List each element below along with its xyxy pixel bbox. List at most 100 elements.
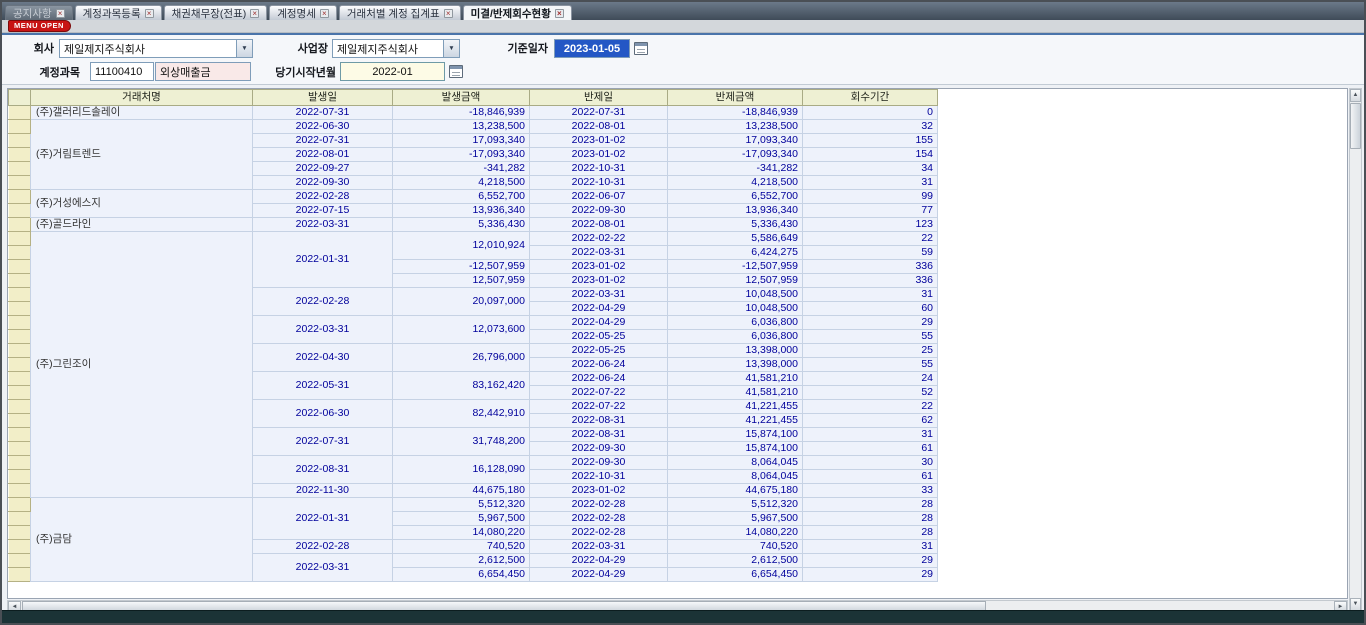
collection-period-cell[interactable]: 22 — [803, 400, 938, 414]
occur-date-cell[interactable]: 2022-06-30 — [253, 400, 393, 428]
row-indicator[interactable] — [9, 512, 31, 526]
customer-cell[interactable]: (주)거림트렌드 — [31, 120, 253, 190]
customer-cell[interactable]: (주)거성에스지 — [31, 190, 253, 218]
occur-amount-cell[interactable]: 5,512,320 — [393, 498, 530, 512]
collection-period-cell[interactable]: 155 — [803, 134, 938, 148]
occur-amount-cell[interactable]: 14,080,220 — [393, 526, 530, 540]
settle-amount-cell[interactable]: 13,398,000 — [668, 358, 803, 372]
settle-date-cell[interactable]: 2023-01-02 — [530, 260, 668, 274]
row-indicator[interactable] — [9, 568, 31, 582]
tab[interactable]: 계정명세× — [269, 5, 337, 20]
occur-amount-cell[interactable]: -17,093,340 — [393, 148, 530, 162]
occur-amount-cell[interactable]: 17,093,340 — [393, 134, 530, 148]
collection-period-cell[interactable]: 77 — [803, 204, 938, 218]
settle-amount-cell[interactable]: 6,552,700 — [668, 190, 803, 204]
settle-date-cell[interactable]: 2022-09-30 — [530, 456, 668, 470]
collection-period-cell[interactable]: 25 — [803, 344, 938, 358]
occur-date-cell[interactable]: 2022-07-31 — [253, 106, 393, 120]
settle-amount-cell[interactable]: 4,218,500 — [668, 176, 803, 190]
row-indicator[interactable] — [9, 470, 31, 484]
calendar-icon[interactable] — [449, 65, 463, 78]
collection-period-cell[interactable]: 31 — [803, 428, 938, 442]
settle-date-cell[interactable]: 2022-02-22 — [530, 232, 668, 246]
settle-amount-cell[interactable]: -18,846,939 — [668, 106, 803, 120]
settle-amount-cell[interactable]: 10,048,500 — [668, 288, 803, 302]
close-icon[interactable]: × — [555, 9, 564, 18]
occur-amount-cell[interactable]: 44,675,180 — [393, 484, 530, 498]
settle-amount-cell[interactable]: 2,612,500 — [668, 554, 803, 568]
settle-date-cell[interactable]: 2022-09-30 — [530, 442, 668, 456]
collection-period-cell[interactable]: 28 — [803, 526, 938, 540]
settle-amount-cell[interactable]: 13,936,340 — [668, 204, 803, 218]
customer-cell[interactable]: (주)골드라인 — [31, 218, 253, 232]
settle-amount-cell[interactable]: -12,507,959 — [668, 260, 803, 274]
settle-amount-cell[interactable]: 6,654,450 — [668, 568, 803, 582]
collection-period-cell[interactable]: 62 — [803, 414, 938, 428]
row-indicator[interactable] — [9, 554, 31, 568]
menu-open-button[interactable]: MENU OPEN — [8, 20, 71, 32]
settle-amount-cell[interactable]: 15,874,100 — [668, 428, 803, 442]
occur-date-cell[interactable]: 2022-11-30 — [253, 484, 393, 498]
settle-amount-cell[interactable]: 8,064,045 — [668, 470, 803, 484]
occur-amount-cell[interactable]: 26,796,000 — [393, 344, 530, 372]
company-select[interactable]: 제일제지주식회사 ▼ — [59, 39, 253, 58]
occur-amount-cell[interactable]: 16,128,090 — [393, 456, 530, 484]
tab[interactable]: 미결/반제회수현황× — [463, 5, 572, 20]
collection-period-cell[interactable]: 60 — [803, 302, 938, 316]
scroll-up-icon[interactable]: ▲ — [1350, 89, 1361, 102]
occur-amount-cell[interactable]: 31,748,200 — [393, 428, 530, 456]
collection-period-cell[interactable]: 30 — [803, 456, 938, 470]
chevron-down-icon[interactable]: ▼ — [236, 40, 252, 57]
occur-amount-cell[interactable]: -341,282 — [393, 162, 530, 176]
collection-period-cell[interactable]: 59 — [803, 246, 938, 260]
row-indicator[interactable] — [9, 400, 31, 414]
occur-date-cell[interactable]: 2022-01-31 — [253, 498, 393, 540]
settle-amount-cell[interactable]: 41,221,455 — [668, 400, 803, 414]
account-code-input[interactable]: 11100410 — [90, 62, 154, 81]
row-indicator[interactable] — [9, 302, 31, 316]
column-header[interactable]: 반제금액 — [668, 90, 803, 106]
occur-date-cell[interactable]: 2022-01-31 — [253, 232, 393, 288]
occur-date-cell[interactable]: 2022-02-28 — [253, 190, 393, 204]
occur-amount-cell[interactable]: 13,238,500 — [393, 120, 530, 134]
collection-period-cell[interactable]: 336 — [803, 274, 938, 288]
settle-amount-cell[interactable]: 12,507,959 — [668, 274, 803, 288]
settle-date-cell[interactable]: 2022-06-24 — [530, 372, 668, 386]
settle-amount-cell[interactable]: 6,424,275 — [668, 246, 803, 260]
close-icon[interactable]: × — [444, 9, 453, 18]
occur-amount-cell[interactable]: 5,967,500 — [393, 512, 530, 526]
row-indicator[interactable] — [9, 540, 31, 554]
settle-date-cell[interactable]: 2022-03-31 — [530, 246, 668, 260]
collection-period-cell[interactable]: 32 — [803, 120, 938, 134]
occur-amount-cell[interactable]: -18,846,939 — [393, 106, 530, 120]
settle-date-cell[interactable]: 2022-04-29 — [530, 302, 668, 316]
chevron-down-icon[interactable]: ▼ — [443, 40, 459, 57]
collection-period-cell[interactable]: 29 — [803, 554, 938, 568]
settle-date-cell[interactable]: 2022-07-22 — [530, 400, 668, 414]
occur-date-cell[interactable]: 2022-06-30 — [253, 120, 393, 134]
row-indicator[interactable] — [9, 498, 31, 512]
occur-date-cell[interactable]: 2022-09-30 — [253, 176, 393, 190]
grid-corner-cell[interactable] — [9, 90, 31, 106]
tab[interactable]: 공지사항× — [5, 5, 73, 20]
settle-date-cell[interactable]: 2022-07-22 — [530, 386, 668, 400]
column-header[interactable]: 회수기간 — [803, 90, 938, 106]
bizplace-select[interactable]: 제일제지주식회사 ▼ — [332, 39, 460, 58]
row-indicator[interactable] — [9, 148, 31, 162]
row-indicator[interactable] — [9, 162, 31, 176]
row-indicator[interactable] — [9, 134, 31, 148]
occur-date-cell[interactable]: 2022-09-27 — [253, 162, 393, 176]
settle-amount-cell[interactable]: 5,336,430 — [668, 218, 803, 232]
settle-date-cell[interactable]: 2022-06-07 — [530, 190, 668, 204]
row-indicator[interactable] — [9, 526, 31, 540]
collection-period-cell[interactable]: 55 — [803, 330, 938, 344]
occur-date-cell[interactable]: 2022-07-31 — [253, 428, 393, 456]
settle-amount-cell[interactable]: 44,675,180 — [668, 484, 803, 498]
settle-date-cell[interactable]: 2022-10-31 — [530, 470, 668, 484]
settle-date-cell[interactable]: 2022-02-28 — [530, 498, 668, 512]
row-indicator[interactable] — [9, 274, 31, 288]
close-icon[interactable]: × — [145, 9, 154, 18]
occur-amount-cell[interactable]: 13,936,340 — [393, 204, 530, 218]
customer-cell[interactable]: (주)갤러리드솔레이 — [31, 106, 253, 120]
collection-period-cell[interactable]: 24 — [803, 372, 938, 386]
